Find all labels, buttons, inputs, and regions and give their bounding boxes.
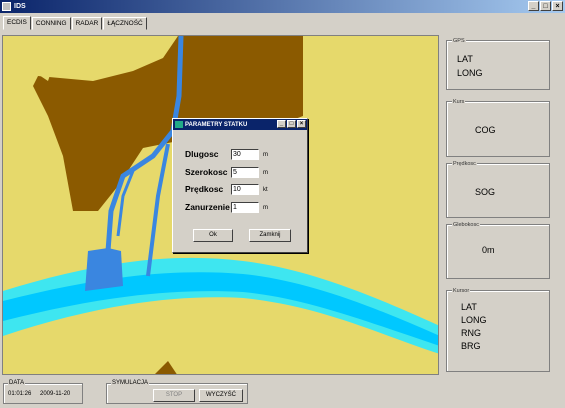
- zanurzenie-unit: m: [263, 205, 268, 211]
- glebokosc-value: 0m: [482, 245, 495, 255]
- kursor-legend: Kursor: [452, 288, 471, 294]
- kursor-rng: RNG: [461, 328, 481, 338]
- szerokosc-unit: m: [263, 170, 268, 176]
- dialog-title: PARAMETRY STATKU: [185, 121, 248, 128]
- dlugosc-input[interactable]: [231, 149, 259, 160]
- app-icon: [2, 2, 11, 11]
- tab-radar[interactable]: RADAR: [71, 17, 103, 30]
- window-title: IDS: [14, 3, 26, 10]
- symulacja-group: SYMULACJA STOP WYCZYŚĆ: [106, 380, 248, 404]
- zamknij-button[interactable]: Zamknij: [249, 229, 291, 242]
- glebokosc-panel: Glebokosc 0m: [446, 222, 550, 279]
- dlugosc-label: Dlugosc: [185, 149, 219, 159]
- predkosc-unit: kt: [263, 187, 268, 193]
- channel-side: [146, 143, 170, 277]
- kursor-brg: BRG: [461, 341, 481, 351]
- dialog-app-icon: [175, 121, 183, 128]
- kurs-legend: Kurs: [452, 99, 466, 105]
- kursor-lat: LAT: [461, 302, 477, 312]
- dialog-maximize-button[interactable]: □: [287, 120, 296, 128]
- gps-lat: LAT: [457, 54, 473, 64]
- predkosc-input[interactable]: [231, 184, 259, 195]
- shore-bottom: [155, 361, 177, 374]
- stop-button[interactable]: STOP: [153, 389, 195, 402]
- kursor-panel: Kursor LAT LONG RNG BRG: [446, 288, 550, 372]
- ok-button[interactable]: Ok: [193, 229, 233, 242]
- szerokosc-input[interactable]: [231, 167, 259, 178]
- window-controls: _ □ ×: [528, 1, 563, 11]
- harbour-block: [85, 248, 123, 291]
- dialog-minimize-button[interactable]: _: [277, 120, 286, 128]
- date-value: 2009-11-20: [40, 391, 71, 397]
- tab-lacznosc[interactable]: ŁĄCZNOŚĆ: [103, 17, 147, 30]
- predkosc-legend: Prędkosc: [452, 161, 477, 167]
- kursor-long: LONG: [461, 315, 487, 325]
- zanurzenie-label: Zanurzenie: [185, 202, 230, 212]
- wyczysc-button[interactable]: WYCZYŚĆ: [199, 389, 243, 402]
- tab-bar: ECDIS CONNING RADAR ŁĄCZNOŚĆ: [3, 16, 148, 30]
- kurs-value: COG: [475, 125, 496, 135]
- predkosc-label: Prędkosc: [185, 184, 224, 194]
- minimize-button[interactable]: _: [528, 1, 539, 11]
- glebokosc-legend: Glebokosc: [452, 222, 480, 228]
- dialog-close-button[interactable]: ×: [297, 120, 306, 128]
- ship-parameters-dialog: PARAMETRY STATKU _ □ × Dlugosc m Szeroko…: [172, 118, 308, 253]
- kurs-panel: Kurs COG: [446, 99, 550, 157]
- gps-legend: GPS: [452, 38, 466, 44]
- gps-panel: GPS LAT LONG: [446, 38, 550, 90]
- dialog-titlebar: PARAMETRY STATKU _ □ ×: [173, 119, 307, 130]
- dialog-controls: _ □ ×: [277, 120, 306, 128]
- dlugosc-unit: m: [263, 152, 268, 158]
- data-legend: DATA: [8, 380, 26, 386]
- tab-conning[interactable]: CONNING: [31, 17, 71, 30]
- time-value: 01:01:26: [8, 391, 32, 397]
- gps-long: LONG: [457, 68, 483, 78]
- predkosc-panel: Prędkosc SOG: [446, 161, 550, 218]
- close-button[interactable]: ×: [552, 1, 563, 11]
- zanurzenie-input[interactable]: [231, 202, 259, 213]
- predkosc-value: SOG: [475, 187, 496, 197]
- szerokosc-label: Szerokosc: [185, 167, 228, 177]
- data-group: DATA 01:01:26 2009-11-20: [3, 380, 83, 404]
- tab-ecdis[interactable]: ECDIS: [3, 16, 31, 30]
- maximize-button[interactable]: □: [540, 1, 551, 11]
- window-titlebar: IDS _ □ ×: [0, 0, 565, 13]
- symulacja-legend: SYMULACJA: [111, 380, 150, 386]
